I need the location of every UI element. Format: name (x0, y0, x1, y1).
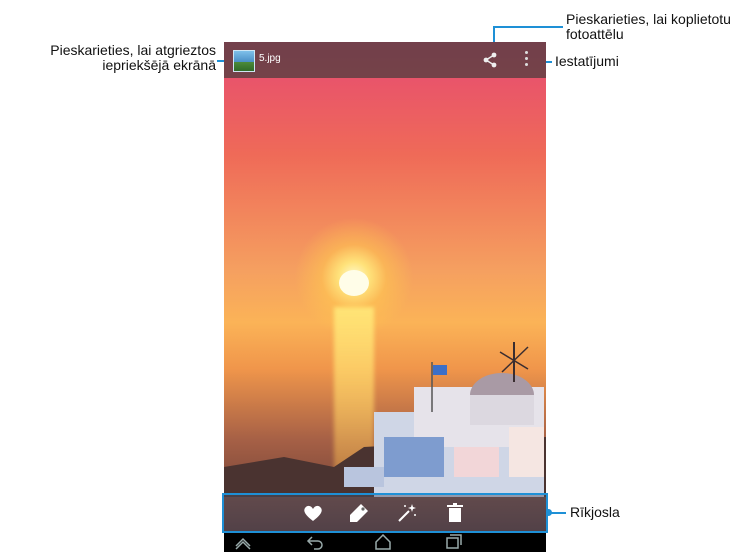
gallery-app-icon[interactable] (233, 50, 255, 72)
callout-back: Pieskarieties, lai atgrieztos iepriekšēj… (6, 43, 216, 73)
overflow-menu-icon[interactable] (523, 51, 529, 69)
sun (339, 270, 369, 296)
device-screen: 5.jpg (224, 42, 546, 552)
file-title: 5.jpg (259, 53, 281, 64)
toolbar-highlight (222, 493, 548, 533)
share-icon[interactable] (482, 52, 498, 68)
callout-back-line2: iepriekšējā ekrānā (102, 57, 216, 73)
back-icon[interactable] (306, 534, 324, 550)
callout-back-line1: Pieskarieties, lai atgrieztos (50, 42, 216, 58)
leader-share-h (493, 26, 563, 28)
navigation-bar (224, 532, 546, 552)
top-action-bar: 5.jpg (224, 42, 546, 78)
home-icon[interactable] (374, 534, 392, 550)
village-illustration (224, 342, 546, 497)
callout-share-line1: Pieskarieties, lai koplietotu (566, 11, 731, 27)
callout-toolbar: Rīkjosla (570, 504, 620, 520)
recent-apps-icon[interactable] (444, 534, 462, 550)
callout-share-line2: fotoattēlu (566, 26, 624, 42)
callout-settings: Iestatījumi (555, 53, 619, 69)
callout-share: Pieskarieties, lai koplietotu fotoattēlu (566, 12, 731, 42)
chevron-up-icon[interactable] (234, 534, 252, 550)
